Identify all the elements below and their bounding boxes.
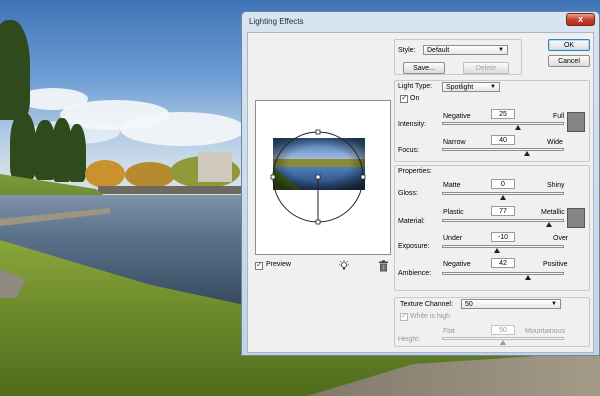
handle-top (315, 129, 321, 135)
close-icon: x (577, 14, 583, 24)
height-min-label: Flat (443, 328, 455, 335)
handle-left (270, 174, 276, 180)
intensity-min-label: Negative (443, 113, 471, 120)
light-type-dropdown[interactable]: Spotlight ▼ (442, 82, 500, 92)
height-slider-thumb[interactable] (500, 340, 506, 345)
gloss-max-label: Shiny (547, 182, 565, 189)
close-button[interactable]: x (566, 13, 595, 26)
preview-label: Preview (266, 261, 291, 268)
intensity-slider-thumb[interactable] (515, 125, 521, 130)
height-max-label: Mountainous (525, 328, 566, 335)
intensity-max-label: Full (553, 113, 565, 120)
handle-right (360, 174, 366, 180)
dialog-body: ✓ Preview Style: Default ▼ Save... Delet… (247, 32, 594, 353)
intensity-slider[interactable] (442, 122, 564, 130)
height-slider[interactable] (442, 337, 564, 345)
light-on-label: On (410, 95, 420, 102)
style-dropdown-value: Default (427, 47, 450, 54)
ambience-slider[interactable] (442, 272, 564, 280)
texture-channel-value: 50 (465, 301, 473, 308)
white-is-high-checkbox[interactable]: ✓ (400, 311, 408, 321)
material-color-swatch[interactable] (567, 208, 585, 228)
texture-channel-dropdown[interactable]: 50 ▼ (461, 299, 561, 309)
handle-bottom (315, 219, 321, 225)
gloss-min-label: Matte (443, 182, 461, 189)
light-type-value: Spotlight (446, 84, 474, 91)
intensity-color-swatch[interactable] (567, 112, 585, 132)
texture-channel-label: Texture Channel: (400, 301, 453, 308)
exposure-slider[interactable] (442, 245, 564, 253)
exposure-value[interactable]: -10 (491, 232, 515, 242)
focus-slider[interactable] (442, 148, 564, 156)
exposure-max-label: Over (553, 235, 569, 242)
material-slider[interactable] (442, 219, 564, 227)
save-button[interactable]: Save... (403, 62, 445, 74)
height-label: Height: (398, 336, 421, 343)
gloss-slider-thumb[interactable] (500, 195, 506, 200)
texture-group: Texture Channel: 50 ▼ ✓ White is high Fl… (394, 297, 590, 347)
material-max-label: Metallic (541, 209, 565, 216)
lighting-effects-dialog: Lighting Effects x ✓ Preview Style: Defa… (241, 11, 600, 356)
exposure-slider-thumb[interactable] (494, 248, 500, 253)
light-on-checkbox[interactable]: ✓ (400, 93, 408, 103)
chevron-down-icon: ▼ (490, 84, 496, 90)
handle-center (315, 174, 321, 180)
style-label: Style: (398, 47, 416, 54)
intensity-value[interactable]: 25 (491, 109, 515, 119)
trash-icon[interactable] (378, 260, 389, 272)
light-type-label: Light Type: (398, 83, 433, 90)
ambience-value[interactable]: 42 (491, 258, 515, 268)
material-min-label: Plastic (443, 209, 464, 216)
chevron-down-icon: ▼ (551, 301, 557, 307)
intensity-label: Intensity: (398, 121, 427, 128)
ambience-label: Ambience: (398, 270, 432, 277)
ambience-max-label: Positive (543, 261, 568, 268)
ambience-min-label: Negative (443, 261, 471, 268)
ok-button[interactable]: OK (548, 39, 590, 51)
properties-group: Properties: Matte 0 Shiny Gloss: Plastic… (394, 165, 590, 291)
dialog-title: Lighting Effects (249, 17, 304, 26)
focus-slider-thumb[interactable] (524, 151, 530, 156)
focus-min-label: Narrow (443, 139, 466, 146)
exposure-label: Exposure: (398, 243, 430, 250)
style-group: Style: Default ▼ Save... Delete (394, 39, 522, 75)
delete-button[interactable]: Delete (463, 62, 509, 74)
gloss-slider[interactable] (442, 192, 564, 200)
material-label: Material: (398, 218, 425, 225)
exposure-min-label: Under (443, 235, 463, 242)
height-value[interactable]: 50 (491, 325, 515, 335)
material-slider-thumb[interactable] (546, 222, 553, 227)
focus-value[interactable]: 40 (491, 135, 515, 145)
light-type-group: Light Type: Spotlight ▼ ✓ On Negative 25… (394, 80, 590, 162)
gloss-label: Gloss: (398, 190, 418, 197)
ambience-slider-thumb[interactable] (525, 275, 532, 280)
light-preview[interactable] (255, 100, 391, 255)
preview-checkbox[interactable]: ✓ (255, 260, 263, 270)
gloss-value[interactable]: 0 (491, 179, 515, 189)
white-is-high-label: White is high (410, 313, 451, 320)
preview-checkbox-row[interactable]: ✓ Preview (255, 260, 305, 271)
cancel-button[interactable]: Cancel (548, 55, 590, 67)
properties-label: Properties: (398, 168, 432, 175)
light-bulb-icon[interactable] (338, 260, 350, 272)
title-bar[interactable]: Lighting Effects x (242, 12, 599, 32)
focus-label: Focus: (398, 147, 420, 154)
material-value[interactable]: 77 (491, 206, 515, 216)
style-dropdown[interactable]: Default ▼ (423, 45, 508, 55)
focus-max-label: Wide (547, 139, 563, 146)
chevron-down-icon: ▼ (498, 47, 504, 53)
